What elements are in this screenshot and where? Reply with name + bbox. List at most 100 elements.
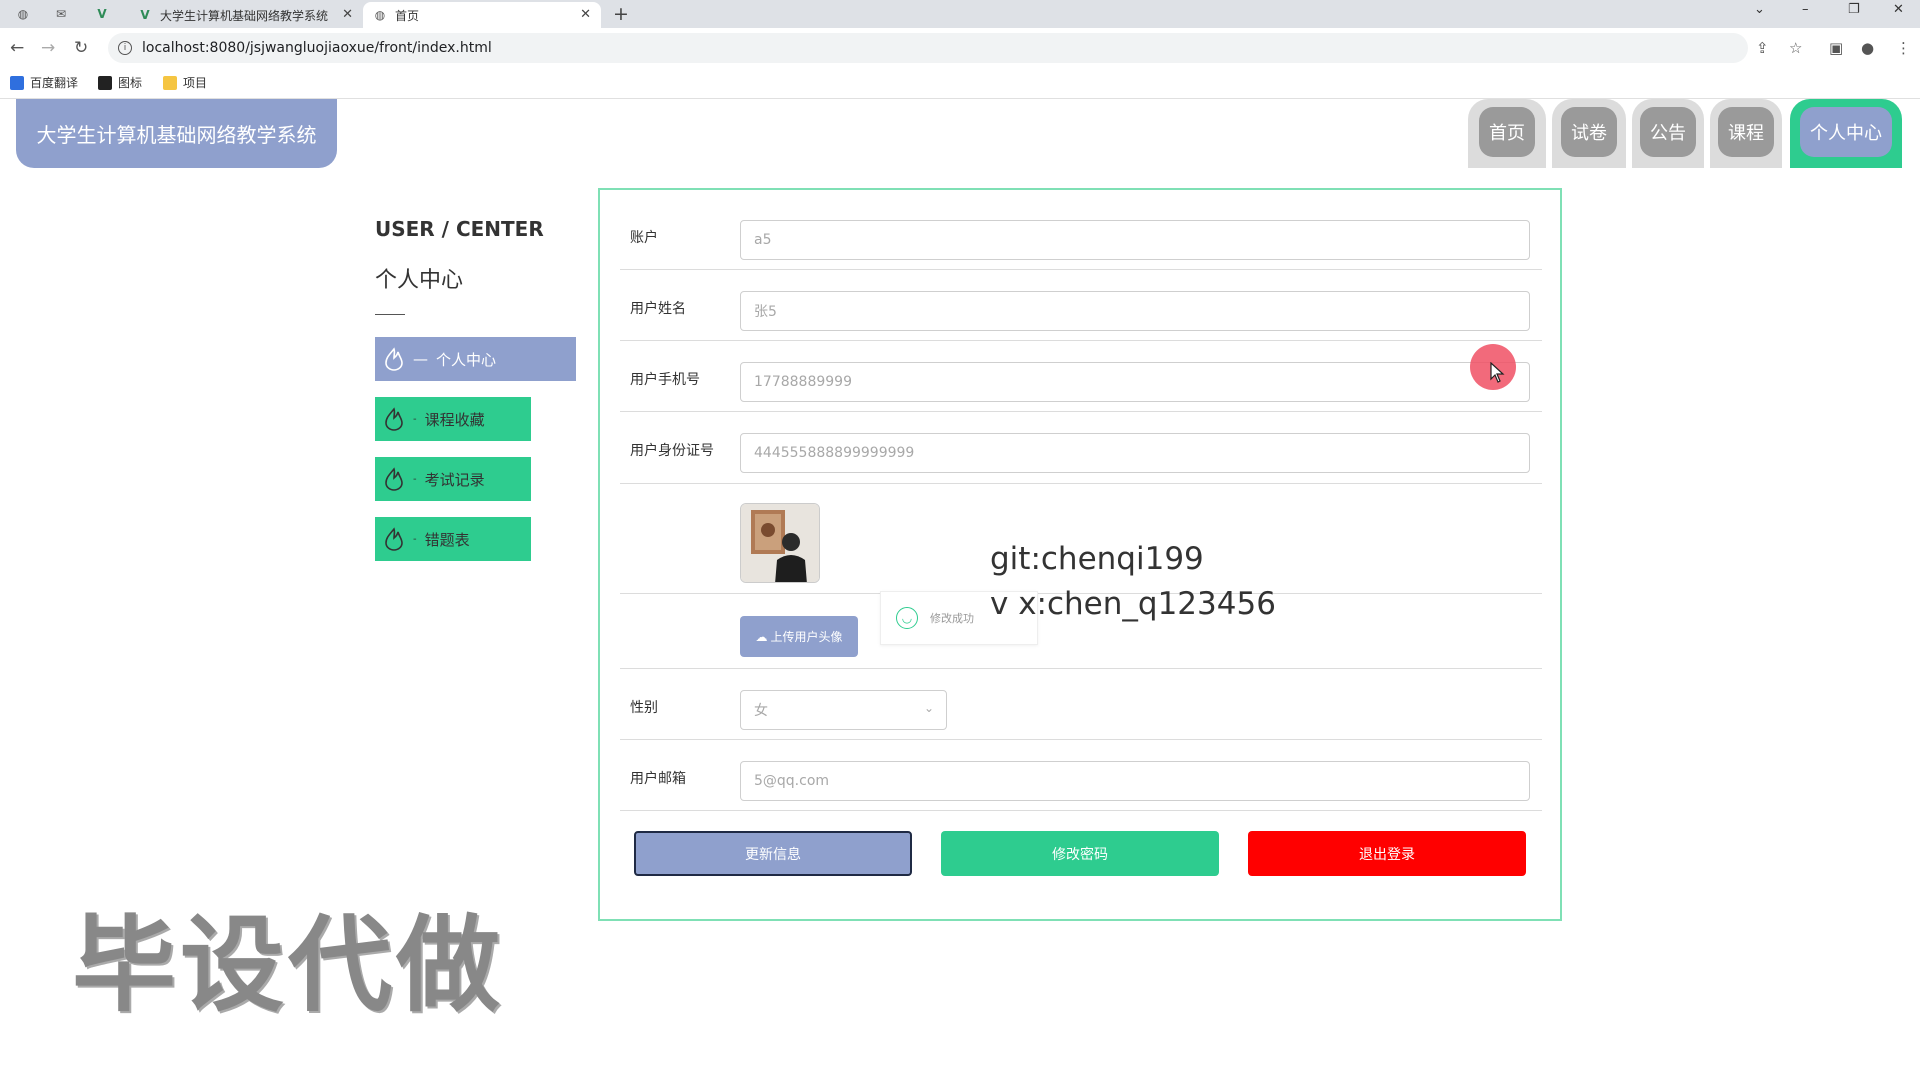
overlay-wx-text: v x:chen_q123456	[990, 586, 1276, 622]
flame-icon	[385, 347, 403, 371]
phone-label: 用户手机号	[630, 372, 700, 388]
user-avatar[interactable]	[740, 503, 820, 583]
watermark-text: 毕设代做	[72, 904, 505, 1026]
forward-icon[interactable]: →	[41, 38, 55, 58]
logout-button[interactable]: 退出登录	[1248, 831, 1526, 876]
globe-icon[interactable]: ◍	[12, 4, 34, 24]
account-label: 账户	[630, 230, 658, 246]
info-icon[interactable]: i	[118, 41, 132, 55]
bookmark-label: 项目	[183, 76, 208, 90]
sidepanel-icon[interactable]: ▣	[1829, 39, 1843, 57]
back-icon[interactable]: ←	[10, 38, 24, 58]
flame-icon	[385, 407, 403, 431]
url-text: localhost:8080/jsjwangluojiaoxue/front/i…	[142, 40, 492, 56]
close-icon[interactable]: ✕	[342, 7, 353, 22]
bookmark-label: 百度翻译	[30, 76, 79, 90]
share-icon[interactable]: ⇪	[1756, 39, 1769, 57]
dash-marker: -	[413, 533, 417, 545]
site-logo[interactable]: 大学生计算机基础网络教学系统	[16, 99, 337, 168]
folder-icon	[163, 75, 177, 90]
translate-icon	[10, 75, 24, 90]
nav-course-label[interactable]: 课程	[1718, 107, 1774, 157]
sidebar-item-label: 错题表	[424, 530, 470, 549]
cloud-upload-icon: ☁	[755, 629, 768, 644]
sidebar-item-course-favorites[interactable]: - 课程收藏	[375, 397, 531, 441]
bookmarks-bar	[0, 68, 1920, 99]
name-input[interactable]: 张5	[740, 291, 1530, 331]
nav-user-center[interactable]: 个人中心	[1790, 99, 1902, 168]
name-label: 用户姓名	[630, 301, 686, 317]
gender-select[interactable]: 女 ⌄	[740, 690, 947, 730]
profile-icon[interactable]: ●	[1861, 39, 1874, 57]
update-info-button[interactable]: 更新信息	[634, 831, 912, 876]
nav-course[interactable]: 课程	[1710, 99, 1782, 168]
flame-icon	[385, 467, 403, 491]
nav-notice[interactable]: 公告	[1632, 99, 1704, 168]
nav-home-label[interactable]: 首页	[1479, 107, 1535, 157]
bookmark-icons[interactable]: 图标	[98, 74, 142, 91]
browser-tab-home[interactable]: ◍ 首页 ✕	[363, 2, 601, 28]
avatar-image	[741, 504, 819, 582]
row-divider	[620, 483, 1542, 484]
nav-user-center-label[interactable]: 个人中心	[1800, 107, 1892, 157]
globe-icon: ◍	[374, 8, 386, 22]
change-password-button[interactable]: 修改密码	[941, 831, 1219, 876]
minimize-icon[interactable]: –	[1802, 2, 1809, 17]
phone-input[interactable]: 17788889999	[740, 362, 1530, 402]
row-divider	[620, 668, 1542, 669]
bookmark-baidu-translate[interactable]: 百度翻译	[10, 74, 78, 91]
upload-avatar-button[interactable]: ☁ 上传用户头像	[740, 616, 858, 657]
row-divider	[620, 340, 1542, 341]
sidebar-item-label: 个人中心	[436, 350, 497, 369]
star-icon[interactable]: ☆	[1789, 39, 1802, 57]
envelope-icon[interactable]: ✉	[50, 4, 72, 24]
dash-marker: -	[413, 473, 417, 485]
overlay-git-text: git:chenqi199	[990, 541, 1204, 577]
dash-marker: -	[413, 413, 417, 425]
email-input[interactable]: 5@qq.com	[740, 761, 1530, 801]
vue-logo-icon[interactable]: V	[91, 4, 113, 24]
browser-tab-system[interactable]: V 大学生计算机基础网络教学系统 ✕	[128, 2, 363, 28]
nav-home[interactable]: 首页	[1468, 99, 1546, 168]
row-divider	[620, 739, 1542, 740]
toast-message: 修改成功	[930, 612, 974, 625]
id-card-label: 用户身份证号	[630, 443, 714, 459]
gender-value: 女	[754, 703, 768, 719]
sidebar-item-exam-records[interactable]: - 考试记录	[375, 457, 531, 501]
sidebar-item-wrong-questions[interactable]: - 错题表	[375, 517, 531, 561]
bookmark-project[interactable]: 项目	[163, 74, 207, 91]
account-input[interactable]: a5	[740, 220, 1530, 260]
upload-label: 上传用户头像	[770, 630, 843, 644]
tab-title: 大学生计算机基础网络教学系统	[160, 8, 329, 23]
id-card-input[interactable]: 444555888899999999	[740, 433, 1530, 473]
close-window-icon[interactable]: ✕	[1893, 2, 1904, 17]
menu-dots-icon[interactable]: ⋮	[1896, 39, 1911, 57]
user-center-title-cn: 个人中心	[375, 268, 464, 293]
row-divider	[620, 810, 1542, 811]
sidebar-item-label: 考试记录	[424, 470, 485, 489]
restore-icon[interactable]: ❐	[1848, 2, 1860, 17]
bookmark-label: 图标	[118, 76, 143, 90]
mouse-cursor-icon	[1490, 362, 1505, 383]
email-label: 用户邮箱	[630, 771, 686, 787]
row-divider	[620, 411, 1542, 412]
chevron-down-icon: ⌄	[923, 701, 934, 715]
divider	[375, 314, 405, 315]
new-tab-icon[interactable]: +	[613, 3, 629, 25]
close-icon[interactable]: ✕	[580, 7, 591, 22]
gender-label: 性别	[630, 700, 658, 716]
sidebar-item-label: 课程收藏	[424, 410, 485, 429]
nav-exam[interactable]: 试卷	[1552, 99, 1626, 168]
user-center-title-en: USER / CENTER	[375, 217, 544, 241]
reload-icon[interactable]: ↻	[74, 38, 88, 58]
nav-exam-label[interactable]: 试卷	[1561, 107, 1617, 157]
dash-marker: —	[413, 350, 428, 368]
tab-title: 首页	[395, 8, 420, 23]
chevron-down-icon[interactable]: ⌄	[1754, 2, 1765, 17]
vue-logo-icon: V	[140, 8, 150, 22]
nav-notice-label[interactable]: 公告	[1640, 107, 1696, 157]
sidebar-item-user-center[interactable]: — 个人中心	[375, 337, 576, 381]
flame-icon	[385, 527, 403, 551]
image-icon	[98, 75, 112, 90]
url-input[interactable]: i localhost:8080/jsjwangluojiaoxue/front…	[108, 33, 1748, 63]
